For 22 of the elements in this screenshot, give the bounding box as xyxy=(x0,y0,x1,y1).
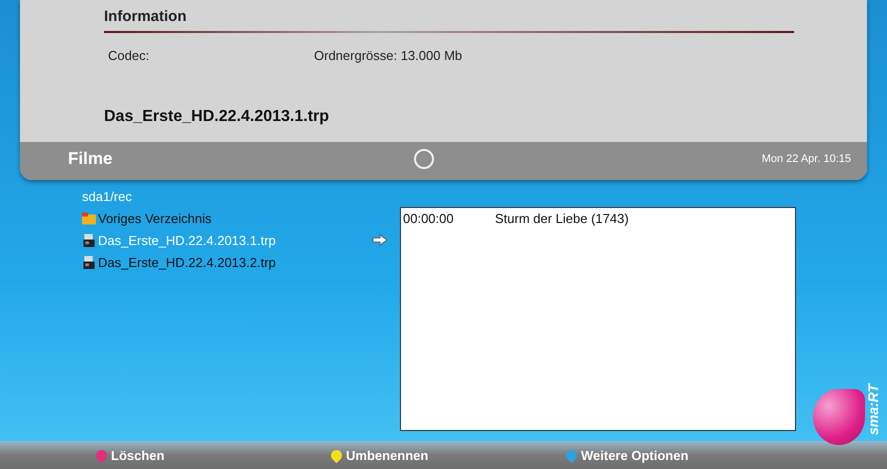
file-list-item[interactable]: Voriges Verzeichnis xyxy=(82,210,212,226)
film-icon xyxy=(82,256,96,268)
event-time: 00:00:00 xyxy=(403,211,455,226)
file-list-item[interactable]: Das_Erste_HD.22.4.2013.1.trp xyxy=(82,232,276,248)
event-title: Sturm der Liebe (1743) xyxy=(495,211,629,226)
folder-size: Ordnergrösse: 13.000 Mb xyxy=(314,48,462,63)
film-icon xyxy=(82,234,96,246)
codec-label: Codec: xyxy=(108,48,150,63)
file-name: Das_Erste_HD.22.4.2013.1.trp xyxy=(104,108,330,126)
screen-title: Filme xyxy=(68,149,114,169)
brand-logo: sma:RT xyxy=(865,382,881,435)
color-key-label[interactable]: Löschen xyxy=(111,448,164,462)
color-key-label[interactable]: Weitere Optionen xyxy=(581,448,688,462)
arrow-right-icon xyxy=(372,234,388,246)
loading-icon xyxy=(414,149,434,169)
folder-path: sda1/rec xyxy=(82,189,133,206)
brand-shape-drawing xyxy=(813,389,865,445)
date-time: Mon 22 Apr. 10:15 xyxy=(762,153,851,165)
info-heading: Information xyxy=(104,8,188,25)
color-key-label[interactable]: Umbenennen xyxy=(346,448,428,462)
file-list-item[interactable]: Das_Erste_HD.22.4.2013.2.trp xyxy=(82,254,276,270)
folder-icon xyxy=(82,212,96,224)
